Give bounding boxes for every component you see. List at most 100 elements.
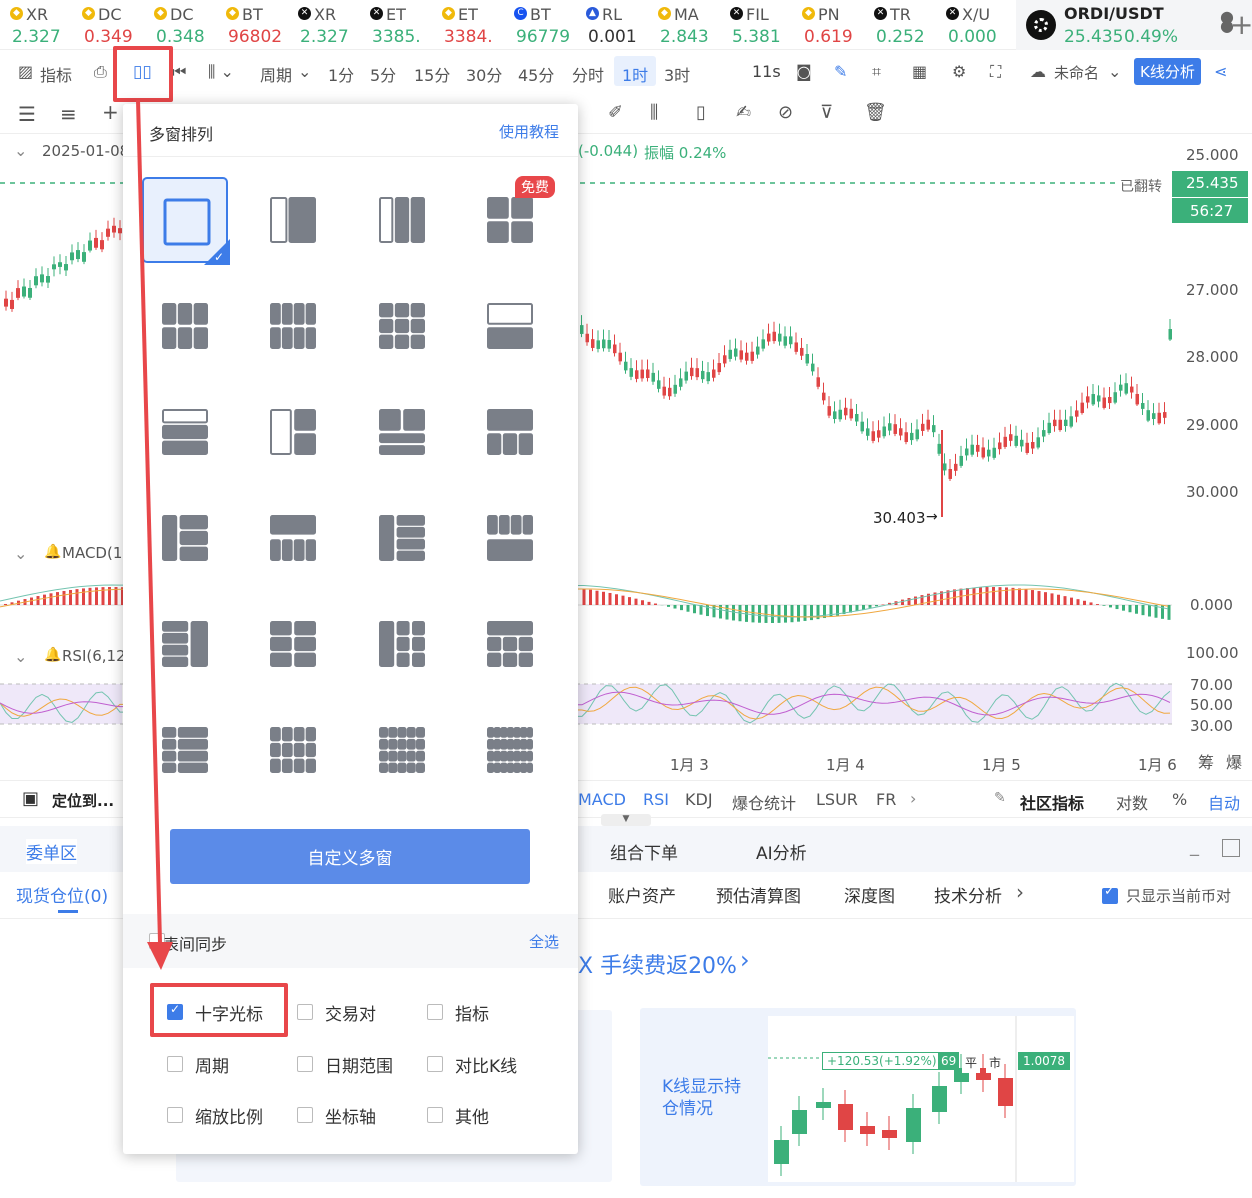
log-scale-button[interactable]: 对数 (1116, 790, 1148, 814)
sync-option-label[interactable]: 日期范围 (325, 1052, 393, 1077)
chip-distribution-button[interactable]: 筹 (1198, 749, 1214, 773)
layout-option[interactable] (359, 707, 445, 793)
sync-option-checkbox[interactable] (427, 1056, 443, 1072)
indicator-fr[interactable]: FR (876, 790, 896, 809)
macd-collapse-icon[interactable]: ⌄ (14, 544, 27, 563)
sync-option-label[interactable]: 交易对 (325, 1000, 376, 1025)
community-indicator-button[interactable]: 社区指标 (1020, 790, 1084, 814)
sync-option-checkbox[interactable] (427, 1004, 443, 1020)
indicator-kdj[interactable]: KDJ (685, 790, 713, 809)
print-icon[interactable]: ⎙ (94, 62, 107, 82)
fullscreen-icon[interactable]: ⛶ (990, 62, 1001, 82)
layout-option[interactable] (250, 177, 336, 263)
sync-option-label[interactable]: 对比K线 (455, 1052, 517, 1077)
subtab-account-assets[interactable]: 账户资产 (608, 882, 676, 907)
promo-banner-text[interactable]: X 手续费返20% (578, 948, 737, 980)
indicator-liq-stats[interactable]: 爆仓统计 (732, 790, 796, 814)
indicator-more-icon[interactable]: › (910, 789, 916, 808)
brush-icon[interactable]: ✐ (608, 102, 623, 123)
crop-icon[interactable]: ⌗ (872, 62, 881, 82)
subtab-depth-chart[interactable]: 深度图 (844, 882, 895, 907)
indicator-macd[interactable]: MACD (578, 790, 626, 809)
calculator-icon[interactable]: ▦ (912, 62, 927, 81)
pen-icon[interactable]: ✎ (834, 62, 847, 81)
layout-option[interactable] (250, 601, 336, 687)
tab-orders[interactable]: 委单区 (26, 839, 77, 864)
indicator-button[interactable]: 指标 (40, 62, 72, 86)
layout-option[interactable] (359, 601, 445, 687)
sync-option-label[interactable]: 其他 (455, 1103, 489, 1128)
minimize-panel-icon[interactable]: _ (1190, 836, 1199, 857)
sync-option-label[interactable]: 缩放比例 (195, 1103, 263, 1128)
layout-option[interactable] (359, 495, 445, 581)
cloud-icon[interactable]: ☁ (1030, 62, 1046, 81)
custom-multiwindow-button[interactable]: 自定义多窗 (170, 829, 530, 884)
interval-1m[interactable]: 1分 (328, 62, 354, 86)
interval-5m[interactable]: 5分 (370, 62, 396, 86)
sync-option-label[interactable]: 周期 (195, 1052, 229, 1077)
ticker-item[interactable]: ✕ FIL 5.381 (720, 0, 792, 50)
rsi-collapse-icon[interactable]: ⌄ (14, 647, 27, 666)
camera-icon[interactable]: ◙ (796, 62, 812, 81)
kline-analysis-button[interactable]: K线分析 (1134, 58, 1201, 85)
tab-combo-order[interactable]: 组合下单 (610, 839, 678, 864)
share-icon[interactable]: ⋖ (1214, 62, 1227, 81)
interval-45m[interactable]: 45分 (518, 62, 554, 86)
layout-option[interactable] (359, 283, 445, 369)
ticker-item[interactable]: ◆ DC 0.348 (144, 0, 216, 50)
rsi-bell-icon[interactable]: 🔔 (44, 647, 61, 663)
layout-option[interactable] (142, 707, 228, 793)
candle-type-icon[interactable]: ⫼ ⌄ (208, 62, 234, 82)
interval-1h[interactable]: 1时 (622, 62, 648, 86)
list-lines-icon[interactable]: ≡ (60, 102, 77, 126)
subtab-tech-analysis[interactable]: 技术分析 (934, 882, 1002, 907)
unnamed-layout-dropdown[interactable]: 未命名 (1054, 62, 1099, 83)
sync-option-checkbox[interactable] (297, 1004, 313, 1020)
percent-button[interactable]: % (1172, 790, 1187, 809)
interval-time[interactable]: 分时 (572, 62, 604, 86)
sync-option-checkbox[interactable] (297, 1056, 313, 1072)
indicator-lsur[interactable]: LSUR (816, 790, 858, 809)
magnet-icon[interactable]: ⊘ (778, 102, 793, 123)
auto-scale-button[interactable]: 自动 (1208, 790, 1240, 814)
layout-option[interactable] (467, 495, 553, 581)
subtab-more-icon[interactable]: › (1016, 880, 1024, 904)
sync-option-label[interactable]: 坐标轴 (325, 1103, 376, 1128)
filter-icon[interactable]: ⊽ (820, 102, 833, 123)
sync-option-label[interactable]: 指标 (455, 1000, 489, 1025)
settings-icon[interactable]: ⚙ (952, 62, 966, 81)
locate-button[interactable]: 定位到... (52, 790, 114, 811)
ticker-item[interactable]: ◆ MA 2.843 (648, 0, 720, 50)
sync-option-checkbox[interactable] (167, 1056, 183, 1072)
sync-option-checkbox[interactable] (297, 1107, 313, 1123)
trash-icon[interactable]: 🗑 (864, 102, 887, 123)
crosshair-tool-icon[interactable]: + (102, 100, 119, 124)
interval-30m[interactable]: 30分 (466, 62, 502, 86)
layout-option[interactable] (250, 389, 336, 475)
ticker-item[interactable]: ◆ DC 0.349 (72, 0, 144, 50)
interval-3h[interactable]: 3时 (664, 62, 690, 86)
layout-option-single-active[interactable]: ✓ (142, 177, 230, 265)
layout-option[interactable] (359, 389, 445, 475)
panel-resize-handle[interactable]: ▼ (601, 814, 651, 826)
tab-ai-analysis[interactable]: AI分析 (756, 839, 807, 864)
community-edit-icon[interactable]: ✎ (994, 790, 1006, 806)
period-dropdown[interactable]: 周期 (260, 62, 292, 86)
layout-option[interactable] (142, 283, 228, 369)
ticker-item[interactable]: ▲ RL 0.001 (576, 0, 648, 50)
ticker-item[interactable]: ✕ TR 0.252 (864, 0, 936, 50)
layout-option[interactable] (142, 389, 228, 475)
interval-15m[interactable]: 15分 (414, 62, 450, 86)
edit-note-icon[interactable]: ✍ (736, 102, 751, 123)
promo-chevron-icon[interactable]: › (740, 946, 750, 974)
layout-option[interactable] (250, 495, 336, 581)
ticker-item[interactable]: C BT 96779 (504, 0, 576, 50)
candles-tool-icon[interactable]: ⫼ (650, 102, 658, 123)
layout-option[interactable] (142, 495, 228, 581)
layout-option[interactable] (467, 707, 553, 793)
macd-bell-icon[interactable]: 🔔 (44, 544, 61, 560)
calendar-icon[interactable]: ▣ (22, 788, 39, 809)
clipboard-icon[interactable]: ▯ (696, 102, 706, 123)
indicator-rsi[interactable]: RSI (643, 790, 669, 809)
ticker-item[interactable]: ✕ X/U 0.000 (936, 0, 1008, 50)
